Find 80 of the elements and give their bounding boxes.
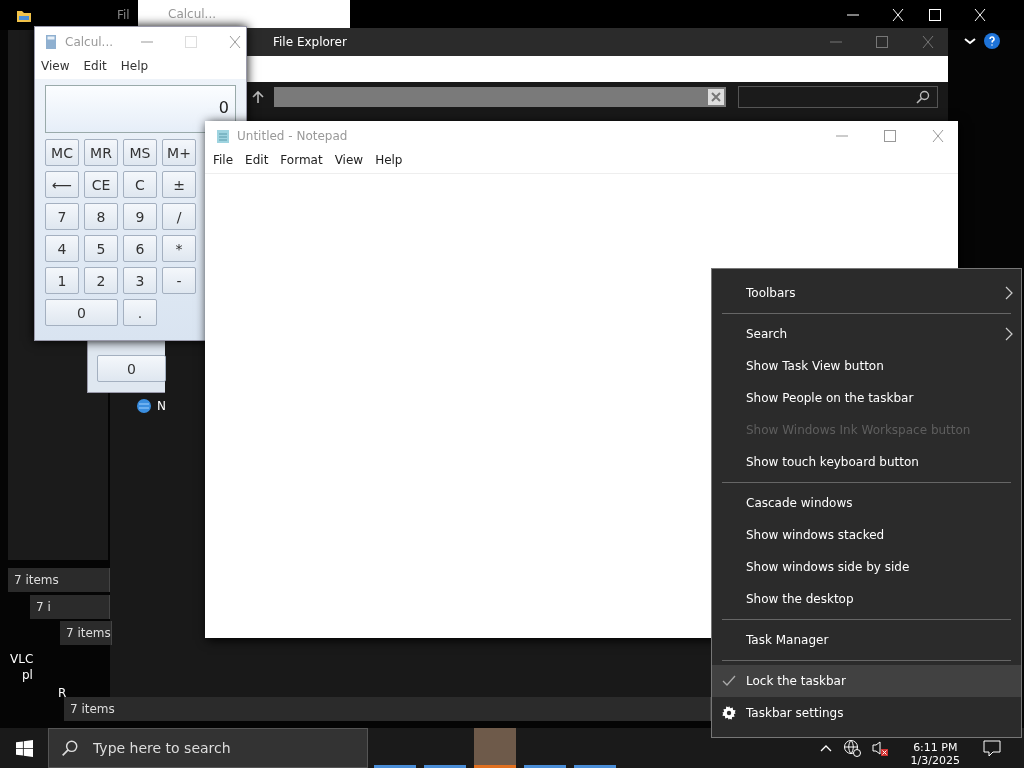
calculator-key[interactable]: MR xyxy=(84,139,118,166)
search-field[interactable]: Type here to search xyxy=(48,728,368,768)
status-text: 7 items xyxy=(66,626,111,640)
menu-item[interactable]: Show People on the taskbar xyxy=(712,382,1021,414)
notepad-icon xyxy=(215,128,231,144)
calculator-key[interactable]: C xyxy=(123,171,157,198)
clock-time: 6:11 PM xyxy=(913,741,958,754)
desktop-icon-label: VLC xyxy=(10,652,34,666)
help-icon[interactable] xyxy=(984,33,1000,49)
menu-item[interactable]: File xyxy=(213,153,234,167)
window-title: Fil xyxy=(117,8,130,22)
calculator-key[interactable]: 5 xyxy=(84,235,118,262)
calculator-key[interactable]: ⟵ xyxy=(45,171,79,198)
menu-item[interactable]: Toolbars xyxy=(712,277,1021,309)
calculator-key[interactable]: 9 xyxy=(123,203,157,230)
settings-icon xyxy=(722,706,736,720)
desktop-icon-label: R xyxy=(58,686,67,700)
menu-item[interactable]: Show windows stacked xyxy=(712,519,1021,551)
search-field[interactable] xyxy=(738,86,938,108)
status-text: 7 items xyxy=(14,573,59,587)
calculator-key[interactable]: M+ xyxy=(162,139,196,166)
calculator-key[interactable]: 0 xyxy=(97,355,166,382)
checkmark-icon xyxy=(722,675,736,687)
chevron-right-icon xyxy=(1005,286,1013,300)
calculator-key[interactable]: 8 xyxy=(84,203,118,230)
calculator-key[interactable]: 2 xyxy=(84,267,118,294)
clear-icon[interactable] xyxy=(708,89,724,105)
menu-item[interactable]: Cascade windows xyxy=(712,487,1021,519)
menu-item[interactable]: Help xyxy=(375,153,403,167)
calculator-key[interactable]: ± xyxy=(162,171,196,198)
calculator-key[interactable]: CE xyxy=(84,171,118,198)
calculator-key[interactable]: MS xyxy=(123,139,157,166)
calculator-key[interactable]: 0 xyxy=(45,299,118,326)
chevron-right-icon xyxy=(1005,327,1013,341)
calculator-key[interactable]: 3 xyxy=(123,267,157,294)
status-text: 7 items xyxy=(70,702,115,716)
globe-icon[interactable] xyxy=(136,398,152,414)
calculator-key[interactable]: / xyxy=(162,203,196,230)
display-value: 0 xyxy=(218,97,229,117)
folder-icon xyxy=(16,8,32,24)
windows-logo-icon xyxy=(15,739,33,757)
network-globe-icon[interactable] xyxy=(842,739,861,757)
menu-item[interactable]: Taskbar settings xyxy=(712,697,1021,729)
menu-item[interactable]: Show Task View button xyxy=(712,350,1021,382)
menu-item[interactable]: Format xyxy=(280,153,323,167)
window-title: Untitled - Notepad xyxy=(237,129,349,143)
up-arrow-icon[interactable] xyxy=(250,89,266,105)
calculator-key[interactable]: * xyxy=(162,235,196,262)
address-field[interactable] xyxy=(274,87,726,107)
window-title: Calcul... xyxy=(65,35,114,49)
menu-item[interactable]: Show windows side by side xyxy=(712,551,1021,583)
calculator-key[interactable]: 4 xyxy=(45,235,79,262)
menu-item[interactable]: View xyxy=(334,153,364,167)
menu-item[interactable]: Edit xyxy=(83,59,107,73)
menu-item[interactable]: Task Manager xyxy=(712,624,1021,656)
menu-item[interactable]: Search xyxy=(712,318,1021,350)
window-title: Calcul... xyxy=(168,7,218,21)
menu-item[interactable]: Show touch keyboard button xyxy=(712,446,1021,478)
clock-date: 1/3/2025 xyxy=(910,754,960,767)
search-icon[interactable] xyxy=(915,89,931,105)
menu-item[interactable]: View xyxy=(41,59,70,73)
calculator-key[interactable]: MC xyxy=(45,139,79,166)
status-text: 7 i xyxy=(36,600,51,614)
calculator-key[interactable]: 6 xyxy=(123,235,157,262)
menu-item[interactable]: Lock the taskbar xyxy=(712,665,1021,697)
desktop-icon-label: pl xyxy=(22,668,33,682)
menu-item[interactable]: Help xyxy=(120,59,149,73)
calculator-key[interactable]: - xyxy=(162,267,196,294)
desktop-icon-label: N xyxy=(157,399,166,413)
speaker-muted-icon[interactable] xyxy=(870,739,889,757)
menu-item[interactable]: Edit xyxy=(245,153,269,167)
calculator-key[interactable]: 7 xyxy=(45,203,79,230)
search-icon xyxy=(61,739,79,757)
calculator-icon xyxy=(43,34,59,50)
menu-item[interactable]: Show the desktop xyxy=(712,583,1021,615)
calculator-key[interactable]: 1 xyxy=(45,267,79,294)
search-input[interactable]: Type here to search xyxy=(91,739,355,757)
notification-icon[interactable] xyxy=(982,738,1002,758)
calculator-key[interactable]: . xyxy=(123,299,157,326)
window-title: File Explorer xyxy=(273,35,348,49)
